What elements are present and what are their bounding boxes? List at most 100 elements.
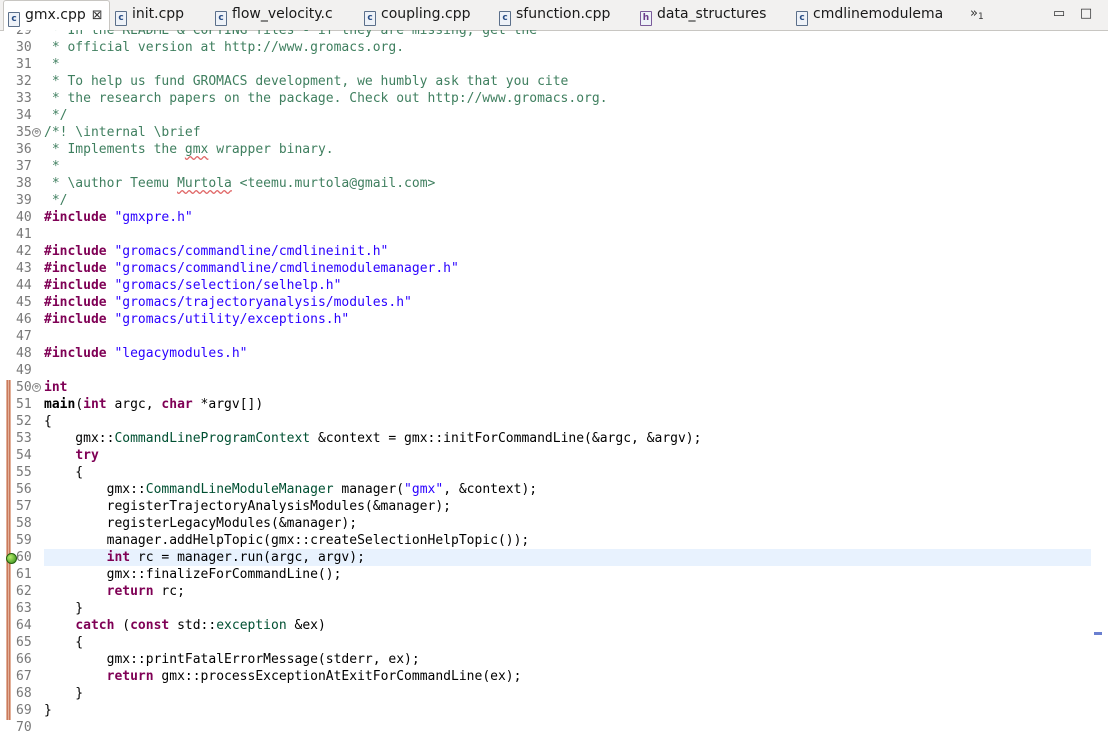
code-token: "legacymodules.h" — [114, 346, 248, 361]
code-line[interactable]: 34 */ — [0, 107, 1108, 124]
code-text: #include "gromacs/selection/selhelp.h" — [44, 277, 341, 294]
code-line[interactable]: 30 * official version at http://www.grom… — [0, 39, 1108, 56]
tab-overflow-button[interactable]: »1 — [970, 0, 984, 31]
code-token: &ex) — [286, 618, 326, 633]
code-line[interactable]: 62 return rc; — [0, 583, 1108, 600]
chevron-right-icon: » — [970, 6, 978, 21]
tab-sfunction-cpp[interactable]: c sfunction.cpp — [499, 0, 610, 29]
code-line[interactable]: 54 try — [0, 447, 1108, 464]
code-line[interactable]: 57 registerTrajectoryAnalysisModules(&ma… — [0, 498, 1108, 515]
code-token: int — [83, 397, 107, 412]
code-token: * In the README & COPYING files - if the… — [44, 30, 538, 38]
code-line[interactable]: 31 * — [0, 56, 1108, 73]
code-line[interactable]: 47 — [0, 328, 1108, 345]
code-line[interactable]: 58 registerLegacyModules(&manager); — [0, 515, 1108, 532]
code-line[interactable]: 70 — [0, 719, 1108, 736]
code-line[interactable]: 40 #include "gmxpre.h" — [0, 209, 1108, 226]
code-line[interactable]: 33 * the research papers on the package.… — [0, 90, 1108, 107]
code-token: #include — [44, 312, 107, 327]
code-token: */ — [44, 193, 68, 208]
code-line[interactable]: 66 gmx::printFatalErrorMessage(stderr, e… — [0, 651, 1108, 668]
code-text: #include "gromacs/trajectoryanalysis/mod… — [44, 294, 412, 311]
tab-cmdlinemodulema[interactable]: c cmdlinemodulema — [796, 0, 943, 29]
code-line[interactable]: 35 ⊖/*! \internal \brief — [0, 124, 1108, 141]
code-line[interactable]: 52 { — [0, 413, 1108, 430]
code-line[interactable]: 55 { — [0, 464, 1108, 481]
code-line[interactable]: 59 manager.addHelpTopic(gmx::createSelec… — [0, 532, 1108, 549]
code-line[interactable]: 68 } — [0, 685, 1108, 702]
code-line[interactable]: 48 #include "legacymodules.h" — [0, 345, 1108, 362]
line-number: 62 — [16, 584, 32, 599]
code-editor[interactable]: 29 * In the README & COPYING files - if … — [0, 30, 1108, 738]
close-icon[interactable]: ⊠ — [92, 8, 103, 23]
code-line[interactable]: 50 ⊖ int — [0, 379, 1108, 396]
code-text: #include "legacymodules.h" — [44, 345, 248, 362]
code-line[interactable]: 69} — [0, 702, 1108, 719]
tab-coupling-cpp[interactable]: c coupling.cpp — [364, 0, 470, 29]
tab-init-cpp[interactable]: c init.cpp — [115, 0, 184, 29]
code-token: /*! \internal \brief — [44, 125, 201, 140]
code-token: argc, — [106, 397, 162, 412]
code-token: "gromacs/commandline/cmdlineinit.h" — [114, 244, 389, 259]
code-line[interactable]: 46 #include "gromacs/utility/exceptions.h… — [0, 311, 1108, 328]
fold-toggle-icon[interactable]: ⊖ — [32, 383, 41, 392]
code-line[interactable]: 51 main(int argc, char *argv[]) — [0, 396, 1108, 413]
fold-toggle-icon[interactable]: ⊖ — [32, 128, 41, 137]
minimize-button[interactable]: ▭ — [1048, 0, 1070, 27]
minimize-icon: ▭ — [1052, 6, 1066, 21]
code-text: manager.addHelpTopic(gmx::createSelectio… — [44, 532, 530, 549]
code-line[interactable]: 63 } — [0, 600, 1108, 617]
code-token: rc = manager.run(argc, argv); — [130, 550, 365, 565]
line-number: 54 — [16, 448, 32, 463]
code-token: gmx — [184, 142, 209, 157]
code-token: * official version at http://www.gromacs… — [44, 40, 405, 55]
maximize-button[interactable]: □ — [1075, 0, 1097, 27]
code-token: manager.addHelpTopic(gmx::createSelectio… — [44, 533, 530, 548]
code-token: registerLegacyModules(&manager); — [44, 516, 358, 531]
code-line[interactable]: 43 #include "gromacs/commandline/cmdlinem… — [0, 260, 1108, 277]
line-number: 58 — [16, 516, 32, 531]
code-line[interactable]: 44 #include "gromacs/selection/selhelp.h" — [0, 277, 1108, 294]
code-line[interactable]: 56 gmx::CommandLineModuleManager manager… — [0, 481, 1108, 498]
code-line[interactable]: 49 — [0, 362, 1108, 379]
code-line[interactable]: 67 return gmx::processExceptionAtExitFor… — [0, 668, 1108, 685]
code-line[interactable]: 41 — [0, 226, 1108, 243]
code-line[interactable]: 37 * — [0, 158, 1108, 175]
line-number: 70 — [16, 720, 32, 735]
line-number: 47 — [16, 329, 32, 344]
code-text: * — [44, 56, 60, 73]
code-line[interactable]: 42 #include "gromacs/commandline/cmdlinei… — [0, 243, 1108, 260]
line-number: 43 — [16, 261, 32, 276]
tab-data-structures[interactable]: h data_structures — [640, 0, 766, 29]
c-file-icon: c — [499, 11, 511, 26]
code-token: } — [44, 686, 84, 701]
code-token: * Implements the — [44, 142, 185, 157]
code-line[interactable]: 32 * To help us fund GROMACS development… — [0, 73, 1108, 90]
line-number: 45 — [16, 295, 32, 310]
code-line[interactable]: 60 int rc = manager.run(argc, argv); — [0, 549, 1108, 566]
code-line[interactable]: 38 * \author Teemu Murtola <teemu.murtol… — [0, 175, 1108, 192]
code-text: } — [44, 685, 83, 702]
line-number: 55 — [16, 465, 32, 480]
code-text: */ — [44, 192, 68, 209]
code-line[interactable]: 29 * In the README & COPYING files - if … — [0, 30, 1108, 39]
line-number: 52 — [16, 414, 32, 429]
code-line[interactable]: 53 gmx::CommandLineProgramContext &conte… — [0, 430, 1108, 447]
code-token: gmx::finalizeForCommandLine(); — [44, 567, 342, 582]
code-line[interactable]: 64 catch (const std::exception &ex) — [0, 617, 1108, 634]
tab-gmx-cpp[interactable]: c gmx.cpp ⊠ — [3, 0, 110, 31]
maximize-icon: □ — [1079, 6, 1093, 21]
code-text: catch (const std::exception &ex) — [44, 617, 326, 634]
code-line[interactable]: 61 gmx::finalizeForCommandLine(); — [0, 566, 1108, 583]
code-line[interactable]: 36 * Implements the gmx wrapper binary. — [0, 141, 1108, 158]
code-token: <teemu.murtola@gmail.com> — [231, 176, 436, 191]
code-line[interactable]: 45 #include "gromacs/trajectoryanalysis/m… — [0, 294, 1108, 311]
code-token: wrapper binary. — [208, 142, 334, 157]
code-token: #include — [44, 295, 107, 310]
code-token: char — [161, 397, 193, 412]
code-token: "gromacs/commandline/cmdlinemodulemanage… — [114, 261, 459, 276]
tab-flow-velocity-c[interactable]: c flow_velocity.c — [215, 0, 333, 29]
code-line[interactable]: 39 */ — [0, 192, 1108, 209]
code-line[interactable]: 65 { — [0, 634, 1108, 651]
